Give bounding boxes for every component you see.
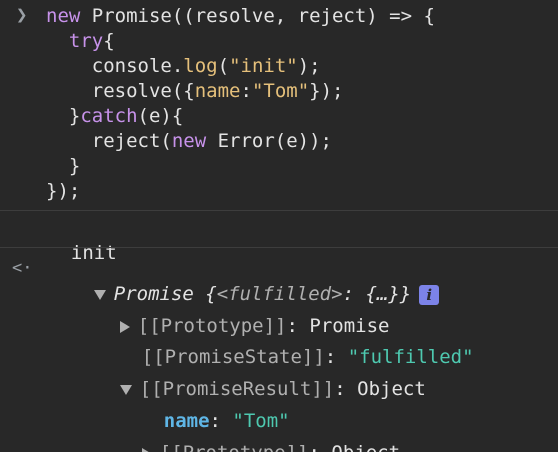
inner-prototype-value: Object [331,442,400,452]
code-line: console.log("init"); [46,54,548,79]
promise-state-row: [[PromiseState]]: "fulfilled" [96,320,546,368]
divider [0,210,558,211]
inner-prototype-row[interactable]: [[Prototype]]: Object [96,416,546,452]
code-token: ( [217,55,230,77]
promise-summary-row[interactable]: Promise {<fulfilled>: {…}} i [48,257,528,305]
promise-result-row[interactable]: [[PromiseResult]]: Object [74,352,544,400]
code-token: (e){ [137,105,184,127]
code-token: }); [46,180,81,202]
code-token: : [240,80,252,102]
code-line: try{ [46,29,548,54]
code-token: name [194,80,241,102]
code-token: "Tom" [251,80,310,102]
code-token: try [46,30,104,52]
code-token: }); [309,80,344,102]
console-log-message: init [48,216,558,264]
chevron-right-icon: ❯ [16,4,28,26]
code-token: Error(e)); [206,130,333,152]
inner-prototype-sep: : [308,442,331,452]
code-line: }catch(e){ [46,104,548,129]
code-token: } [46,155,81,177]
code-token: "init" [229,55,298,77]
code-token: } [46,105,81,127]
code-token: new [171,130,207,152]
code-line: }); [46,179,548,204]
expand-right-icon[interactable] [141,447,152,452]
code-token: ); [297,55,321,77]
inner-prototype-key: [[Prototype]] [160,442,309,452]
code-token: new [46,5,81,27]
divider [0,247,558,248]
code-line: reject(new Error(e)); [46,129,548,154]
code-token: catch [80,105,138,127]
name-property-row: name: "Tom" [118,384,538,432]
prototype-row[interactable]: [[Prototype]]: Promise [74,289,544,337]
code-line: resolve({name:"Tom"}); [46,79,548,104]
code-token: resolve({ [46,80,195,102]
code-token: console. [46,55,184,77]
code-token: reject( [46,130,172,152]
code-line: } [46,154,548,179]
code-token: log [183,55,218,77]
code-token: { [103,30,115,52]
return-value-icon: <· [12,258,33,278]
code-line: new Promise((resolve, reject) => { [46,4,548,29]
code-token: Promise((resolve, reject) => { [80,5,435,27]
